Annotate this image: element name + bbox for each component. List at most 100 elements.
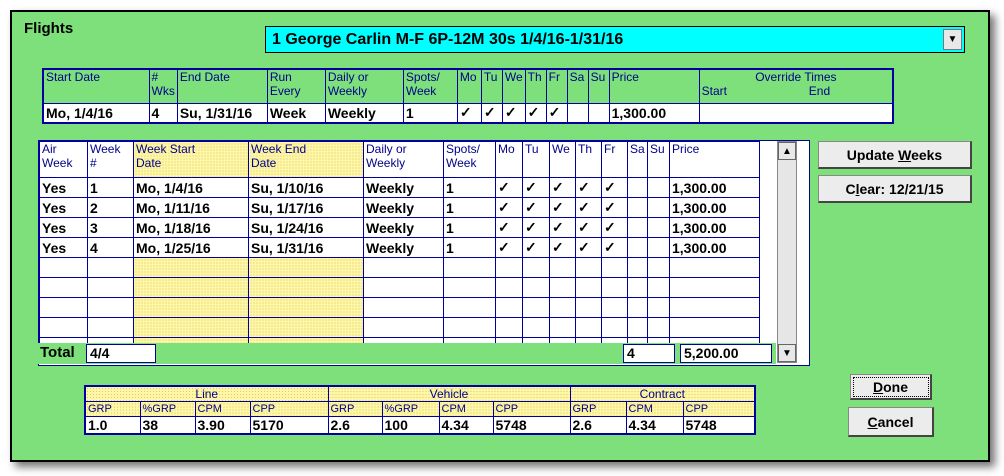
- empty-cell[interactable]: [601, 317, 628, 338]
- empty-cell[interactable]: [443, 317, 496, 338]
- flight-spots[interactable]: 1: [402, 102, 458, 124]
- week-day-checkbox[interactable]: [647, 177, 670, 198]
- week-daily-weekly[interactable]: Weekly: [363, 217, 444, 238]
- empty-cell[interactable]: [495, 317, 523, 338]
- empty-cell[interactable]: [39, 317, 88, 338]
- chevron-down-icon[interactable]: ▼: [943, 29, 962, 50]
- clear-button[interactable]: Clear: 12/21/15: [818, 175, 972, 203]
- week-day-checkbox[interactable]: ✓: [575, 237, 602, 258]
- empty-cell[interactable]: [647, 257, 670, 278]
- week-day-checkbox[interactable]: [627, 217, 648, 238]
- flight-day-checkbox[interactable]: [587, 102, 610, 124]
- empty-cell[interactable]: [522, 317, 550, 338]
- empty-cell[interactable]: [627, 317, 648, 338]
- arrow-up-icon[interactable]: ▲: [778, 142, 796, 160]
- week-air[interactable]: Yes: [39, 177, 88, 198]
- empty-cell[interactable]: [549, 297, 576, 318]
- flight-price[interactable]: 1,300.00: [608, 102, 700, 124]
- empty-cell[interactable]: [575, 297, 602, 318]
- empty-cell[interactable]: [575, 277, 602, 298]
- week-day-checkbox[interactable]: ✓: [575, 217, 602, 238]
- empty-cell[interactable]: [669, 317, 760, 338]
- empty-cell[interactable]: [495, 257, 523, 278]
- week-day-checkbox[interactable]: ✓: [522, 197, 550, 218]
- week-day-checkbox[interactable]: ✓: [549, 197, 576, 218]
- week-day-checkbox[interactable]: ✓: [549, 237, 576, 258]
- week-spots[interactable]: 1: [443, 217, 496, 238]
- empty-cell[interactable]: [522, 297, 550, 318]
- flight-day-checkbox[interactable]: ✓: [545, 102, 568, 124]
- week-day-checkbox[interactable]: ✓: [522, 237, 550, 258]
- empty-cell[interactable]: [522, 257, 550, 278]
- empty-cell[interactable]: [248, 297, 364, 318]
- week-day-checkbox[interactable]: ✓: [495, 217, 523, 238]
- empty-cell[interactable]: [133, 277, 249, 298]
- week-day-checkbox[interactable]: ✓: [495, 197, 523, 218]
- empty-cell[interactable]: [87, 317, 134, 338]
- week-spots[interactable]: 1: [443, 177, 496, 198]
- week-air[interactable]: Yes: [39, 197, 88, 218]
- empty-cell[interactable]: [133, 297, 249, 318]
- week-price[interactable]: 1,300.00: [669, 237, 760, 258]
- week-daily-weekly[interactable]: Weekly: [363, 237, 444, 258]
- empty-cell[interactable]: [443, 297, 496, 318]
- flight-override-times[interactable]: [698, 102, 894, 124]
- flight-day-checkbox[interactable]: ✓: [524, 102, 547, 124]
- empty-cell[interactable]: [363, 297, 444, 318]
- empty-cell[interactable]: [627, 277, 648, 298]
- empty-cell[interactable]: [575, 257, 602, 278]
- flight-day-checkbox[interactable]: ✓: [456, 102, 482, 124]
- empty-cell[interactable]: [39, 277, 88, 298]
- flight-daily-weekly[interactable]: Weekly: [324, 102, 404, 124]
- empty-cell[interactable]: [443, 257, 496, 278]
- empty-cell[interactable]: [133, 317, 249, 338]
- empty-cell[interactable]: [647, 297, 670, 318]
- week-row[interactable]: Yes 4 Mo, 1/25/16 Su, 1/31/16 Weekly 1 ✓ ✓ ✓ ✓ ✓ 1,…: [39, 237, 760, 258]
- empty-cell[interactable]: [647, 277, 670, 298]
- week-day-checkbox[interactable]: ✓: [549, 217, 576, 238]
- week-row[interactable]: Yes 3 Mo, 1/18/16 Su, 1/24/16 Weekly 1 ✓ ✓ ✓ ✓ ✓ 1,…: [39, 217, 760, 238]
- empty-cell[interactable]: [87, 297, 134, 318]
- week-day-checkbox[interactable]: ✓: [575, 197, 602, 218]
- weeks-scrollbar[interactable]: ▲ ▼: [777, 141, 797, 363]
- done-button[interactable]: Done: [850, 374, 932, 400]
- week-price[interactable]: 1,300.00: [669, 177, 760, 198]
- week-day-checkbox[interactable]: ✓: [522, 177, 550, 198]
- arrow-down-icon[interactable]: ▼: [778, 344, 796, 362]
- empty-cell[interactable]: [647, 317, 670, 338]
- week-price[interactable]: 1,300.00: [669, 217, 760, 238]
- empty-cell[interactable]: [133, 257, 249, 278]
- empty-cell[interactable]: [549, 257, 576, 278]
- update-weeks-button[interactable]: Update Weeks: [818, 141, 972, 169]
- week-daily-weekly[interactable]: Weekly: [363, 177, 444, 198]
- flight-weeks[interactable]: 4: [148, 102, 178, 124]
- empty-cell[interactable]: [669, 297, 760, 318]
- week-day-checkbox[interactable]: ✓: [549, 177, 576, 198]
- empty-week-row[interactable]: [39, 277, 760, 298]
- week-day-checkbox[interactable]: [627, 177, 648, 198]
- week-day-checkbox[interactable]: [627, 197, 648, 218]
- empty-cell[interactable]: [39, 297, 88, 318]
- flight-day-checkbox[interactable]: ✓: [501, 102, 526, 124]
- week-day-checkbox[interactable]: ✓: [495, 177, 523, 198]
- week-spots[interactable]: 1: [443, 197, 496, 218]
- empty-cell[interactable]: [248, 317, 364, 338]
- empty-cell[interactable]: [363, 257, 444, 278]
- week-day-checkbox[interactable]: ✓: [601, 177, 628, 198]
- empty-cell[interactable]: [627, 257, 648, 278]
- flight-start-date[interactable]: Mo, 1/4/16: [42, 102, 150, 124]
- empty-cell[interactable]: [601, 257, 628, 278]
- week-day-checkbox[interactable]: [647, 217, 670, 238]
- week-air[interactable]: Yes: [39, 237, 88, 258]
- flight-selector[interactable]: 1 George Carlin M-F 6P-12M 30s 1/4/16-1/…: [265, 26, 965, 53]
- flight-day-checkbox[interactable]: ✓: [480, 102, 503, 124]
- week-spots[interactable]: 1: [443, 237, 496, 258]
- flight-run-every[interactable]: Week: [266, 102, 326, 124]
- week-day-checkbox[interactable]: ✓: [601, 237, 628, 258]
- week-day-checkbox[interactable]: ✓: [575, 177, 602, 198]
- week-day-checkbox[interactable]: [647, 197, 670, 218]
- empty-week-row[interactable]: [39, 297, 760, 318]
- empty-cell[interactable]: [87, 277, 134, 298]
- week-air[interactable]: Yes: [39, 217, 88, 238]
- week-day-checkbox[interactable]: ✓: [495, 237, 523, 258]
